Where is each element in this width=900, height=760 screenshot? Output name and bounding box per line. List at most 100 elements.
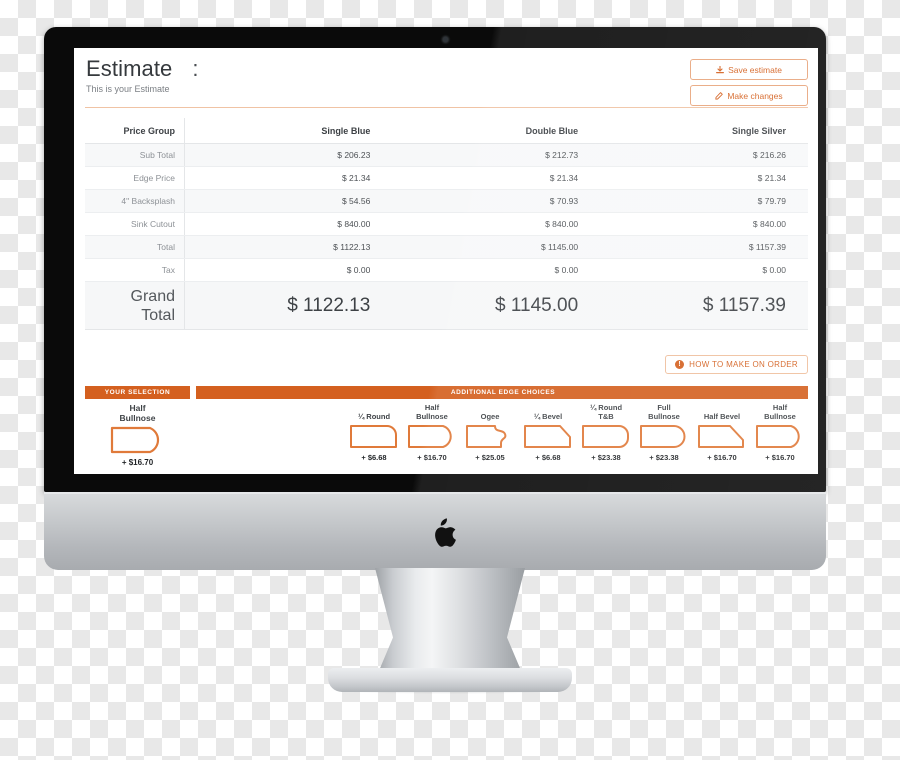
row-value: $ 216.26 bbox=[600, 143, 808, 167]
page-title-colon: : bbox=[192, 56, 199, 81]
header-divider bbox=[85, 107, 808, 108]
edge-option-full-bullnose[interactable]: Full Bullnose + $23.38 bbox=[636, 403, 692, 467]
edge-option-price: + $16.70 bbox=[417, 453, 447, 462]
edge-choices-section: YOUR SELECTION ADDITIONAL EDGE CHOICES H… bbox=[85, 386, 808, 467]
monitor-stand-neck bbox=[375, 568, 525, 680]
edge-option-price: + $16.70 bbox=[765, 453, 795, 462]
edge-option-quarter-round[interactable]: ¼ Round + $6.68 bbox=[346, 403, 402, 467]
edge-option-name-line1: Full bbox=[657, 403, 671, 412]
edge-option-name: Half Bullnose bbox=[107, 403, 169, 423]
grand-total-label-line1: Grand bbox=[130, 287, 175, 305]
grand-total-label: Grand Total bbox=[85, 281, 185, 330]
grand-total-label-line2: Total bbox=[141, 306, 175, 324]
grand-total-row: Grand Total $ 1122.13 $ 1145.00 $ 1157.3… bbox=[85, 281, 808, 330]
quarter-bevel-shape-icon bbox=[520, 423, 576, 450]
edge-option-name-line2: ¼ Round bbox=[357, 412, 391, 421]
page-title-block: Estimate: This is your Estimate bbox=[86, 57, 199, 95]
webcam-icon bbox=[443, 37, 448, 42]
edge-option-name: Ogee bbox=[462, 403, 518, 421]
price-table: Price Group Single Blue Double Blue Sing… bbox=[85, 118, 808, 330]
edge-option-quarter-bevel[interactable]: ¼ Bevel + $6.68 bbox=[520, 403, 576, 467]
grand-total-value: $ 1157.39 bbox=[600, 281, 808, 330]
edge-option-name: ¼ Bevel bbox=[520, 403, 576, 421]
edge-option-price: + $16.70 bbox=[121, 458, 154, 467]
row-value: $ 0.00 bbox=[184, 258, 393, 282]
info-circle-icon: ! bbox=[675, 360, 685, 369]
edge-option-quarter-round-tb[interactable]: ¼ Round T&B + $23.38 bbox=[578, 403, 634, 467]
make-changes-label: Make changes bbox=[727, 90, 783, 101]
page-subtitle: This is your Estimate bbox=[86, 84, 170, 94]
edge-option-selected[interactable]: Half Bullnose + $16.70 bbox=[107, 403, 169, 467]
row-label: Sink Cutout bbox=[85, 212, 185, 236]
edge-option-price: + $16.70 bbox=[707, 453, 737, 462]
edge-option-price: + $25.05 bbox=[475, 453, 505, 462]
download-icon bbox=[716, 65, 725, 74]
row-label: Total bbox=[85, 235, 185, 259]
edge-option-name: Half Bevel bbox=[694, 403, 750, 421]
row-value: $ 54.56 bbox=[184, 189, 393, 213]
page-title-text: Estimate bbox=[86, 56, 173, 81]
row-value: $ 840.00 bbox=[600, 212, 808, 236]
column-header-single-blue: Single Blue bbox=[184, 118, 393, 144]
app-header: Estimate: This is your Estimate Save est… bbox=[74, 48, 818, 110]
edge-option-name-line1: Half bbox=[424, 403, 440, 412]
row-value: $ 1145.00 bbox=[392, 235, 601, 259]
edge-option-half-bullnose[interactable]: Half Bullnose + $16.70 bbox=[404, 403, 460, 467]
edge-option-name-line1: Half bbox=[772, 403, 788, 412]
edge-option-price: + $6.68 bbox=[361, 453, 387, 462]
row-value: $ 21.34 bbox=[184, 166, 393, 190]
edge-option-ogee[interactable]: Ogee + $25.05 bbox=[462, 403, 518, 467]
save-estimate-label: Save estimate bbox=[728, 64, 782, 75]
half-bullnose-shape-icon bbox=[107, 425, 169, 455]
edge-option-name: Half Bullnose bbox=[404, 403, 460, 421]
your-selection-bar: YOUR SELECTION bbox=[85, 386, 190, 399]
edge-option-half-bevel[interactable]: Half Bevel + $16.70 bbox=[694, 403, 750, 467]
edge-option-name: Full Bullnose bbox=[636, 403, 692, 421]
column-header-price-group: Price Group bbox=[85, 118, 185, 144]
half-bullnose-shape-icon bbox=[404, 423, 460, 450]
edge-option-name-line2: Bullnose bbox=[416, 412, 448, 421]
price-table-body: Sub Total $ 206.23 $ 212.73 $ 216.26 Edg… bbox=[85, 143, 808, 330]
edge-option-name-line2: Bullnose bbox=[764, 412, 796, 421]
save-estimate-button[interactable]: Save estimate bbox=[690, 59, 808, 80]
chin-highlight bbox=[44, 492, 826, 494]
table-row: Tax $ 0.00 $ 0.00 $ 0.00 bbox=[85, 258, 808, 282]
edge-option-name-line2: Ogee bbox=[480, 412, 500, 421]
edge-option-name: ¼ Round T&B bbox=[578, 403, 634, 421]
how-to-make-on-order-button[interactable]: ! HOW TO MAKE ON ORDER bbox=[665, 355, 808, 374]
imac-device-mockup: Estimate: This is your Estimate Save est… bbox=[0, 0, 900, 760]
column-header-double-blue: Double Blue bbox=[392, 118, 601, 144]
table-header-row: Price Group Single Blue Double Blue Sing… bbox=[85, 118, 808, 144]
make-changes-button[interactable]: Make changes bbox=[690, 85, 808, 106]
screen-content: Estimate: This is your Estimate Save est… bbox=[74, 48, 818, 474]
grand-total-value: $ 1145.00 bbox=[392, 281, 601, 330]
row-label: Sub Total bbox=[85, 143, 185, 167]
row-value: $ 840.00 bbox=[184, 212, 393, 236]
edge-option-price: + $6.68 bbox=[535, 453, 561, 462]
how-to-make-on-order-label: HOW TO MAKE ON ORDER bbox=[689, 360, 798, 369]
edge-option-name: ¼ Round bbox=[346, 403, 402, 421]
edge-option-name-line2: ¼ Bevel bbox=[533, 412, 563, 421]
row-label: Tax bbox=[85, 258, 185, 282]
header-actions: Save estimate Make changes bbox=[690, 59, 808, 111]
row-value: $ 21.34 bbox=[600, 166, 808, 190]
edge-option-name-line2: Bullnose bbox=[648, 412, 680, 421]
edge-option-name-line2: Half Bevel bbox=[703, 412, 741, 421]
table-row: Total $ 1122.13 $ 1145.00 $ 1157.39 bbox=[85, 235, 808, 259]
row-value: $ 70.93 bbox=[392, 189, 601, 213]
row-value: $ 0.00 bbox=[600, 258, 808, 282]
howto-row: ! HOW TO MAKE ON ORDER bbox=[665, 355, 808, 374]
edge-option-name: Half Bullnose bbox=[752, 403, 808, 421]
row-label: 4" Backsplash bbox=[85, 189, 185, 213]
table-row: Sub Total $ 206.23 $ 212.73 $ 216.26 bbox=[85, 143, 808, 167]
edge-option-half-bullnose-2[interactable]: Half Bullnose + $16.70 bbox=[752, 403, 808, 467]
monitor-stand-base bbox=[328, 668, 572, 692]
additional-edge-choices-bar: ADDITIONAL EDGE CHOICES bbox=[196, 386, 808, 399]
full-bullnose-shape-icon bbox=[636, 423, 692, 450]
edge-option-name-line2: Bullnose bbox=[119, 413, 156, 423]
page-title: Estimate: bbox=[86, 57, 199, 81]
edge-option-name-line1: Half bbox=[129, 403, 146, 413]
table-row: Sink Cutout $ 840.00 $ 840.00 $ 840.00 bbox=[85, 212, 808, 236]
table-row: Edge Price $ 21.34 $ 21.34 $ 21.34 bbox=[85, 166, 808, 190]
quarter-round-tb-shape-icon bbox=[578, 423, 634, 450]
